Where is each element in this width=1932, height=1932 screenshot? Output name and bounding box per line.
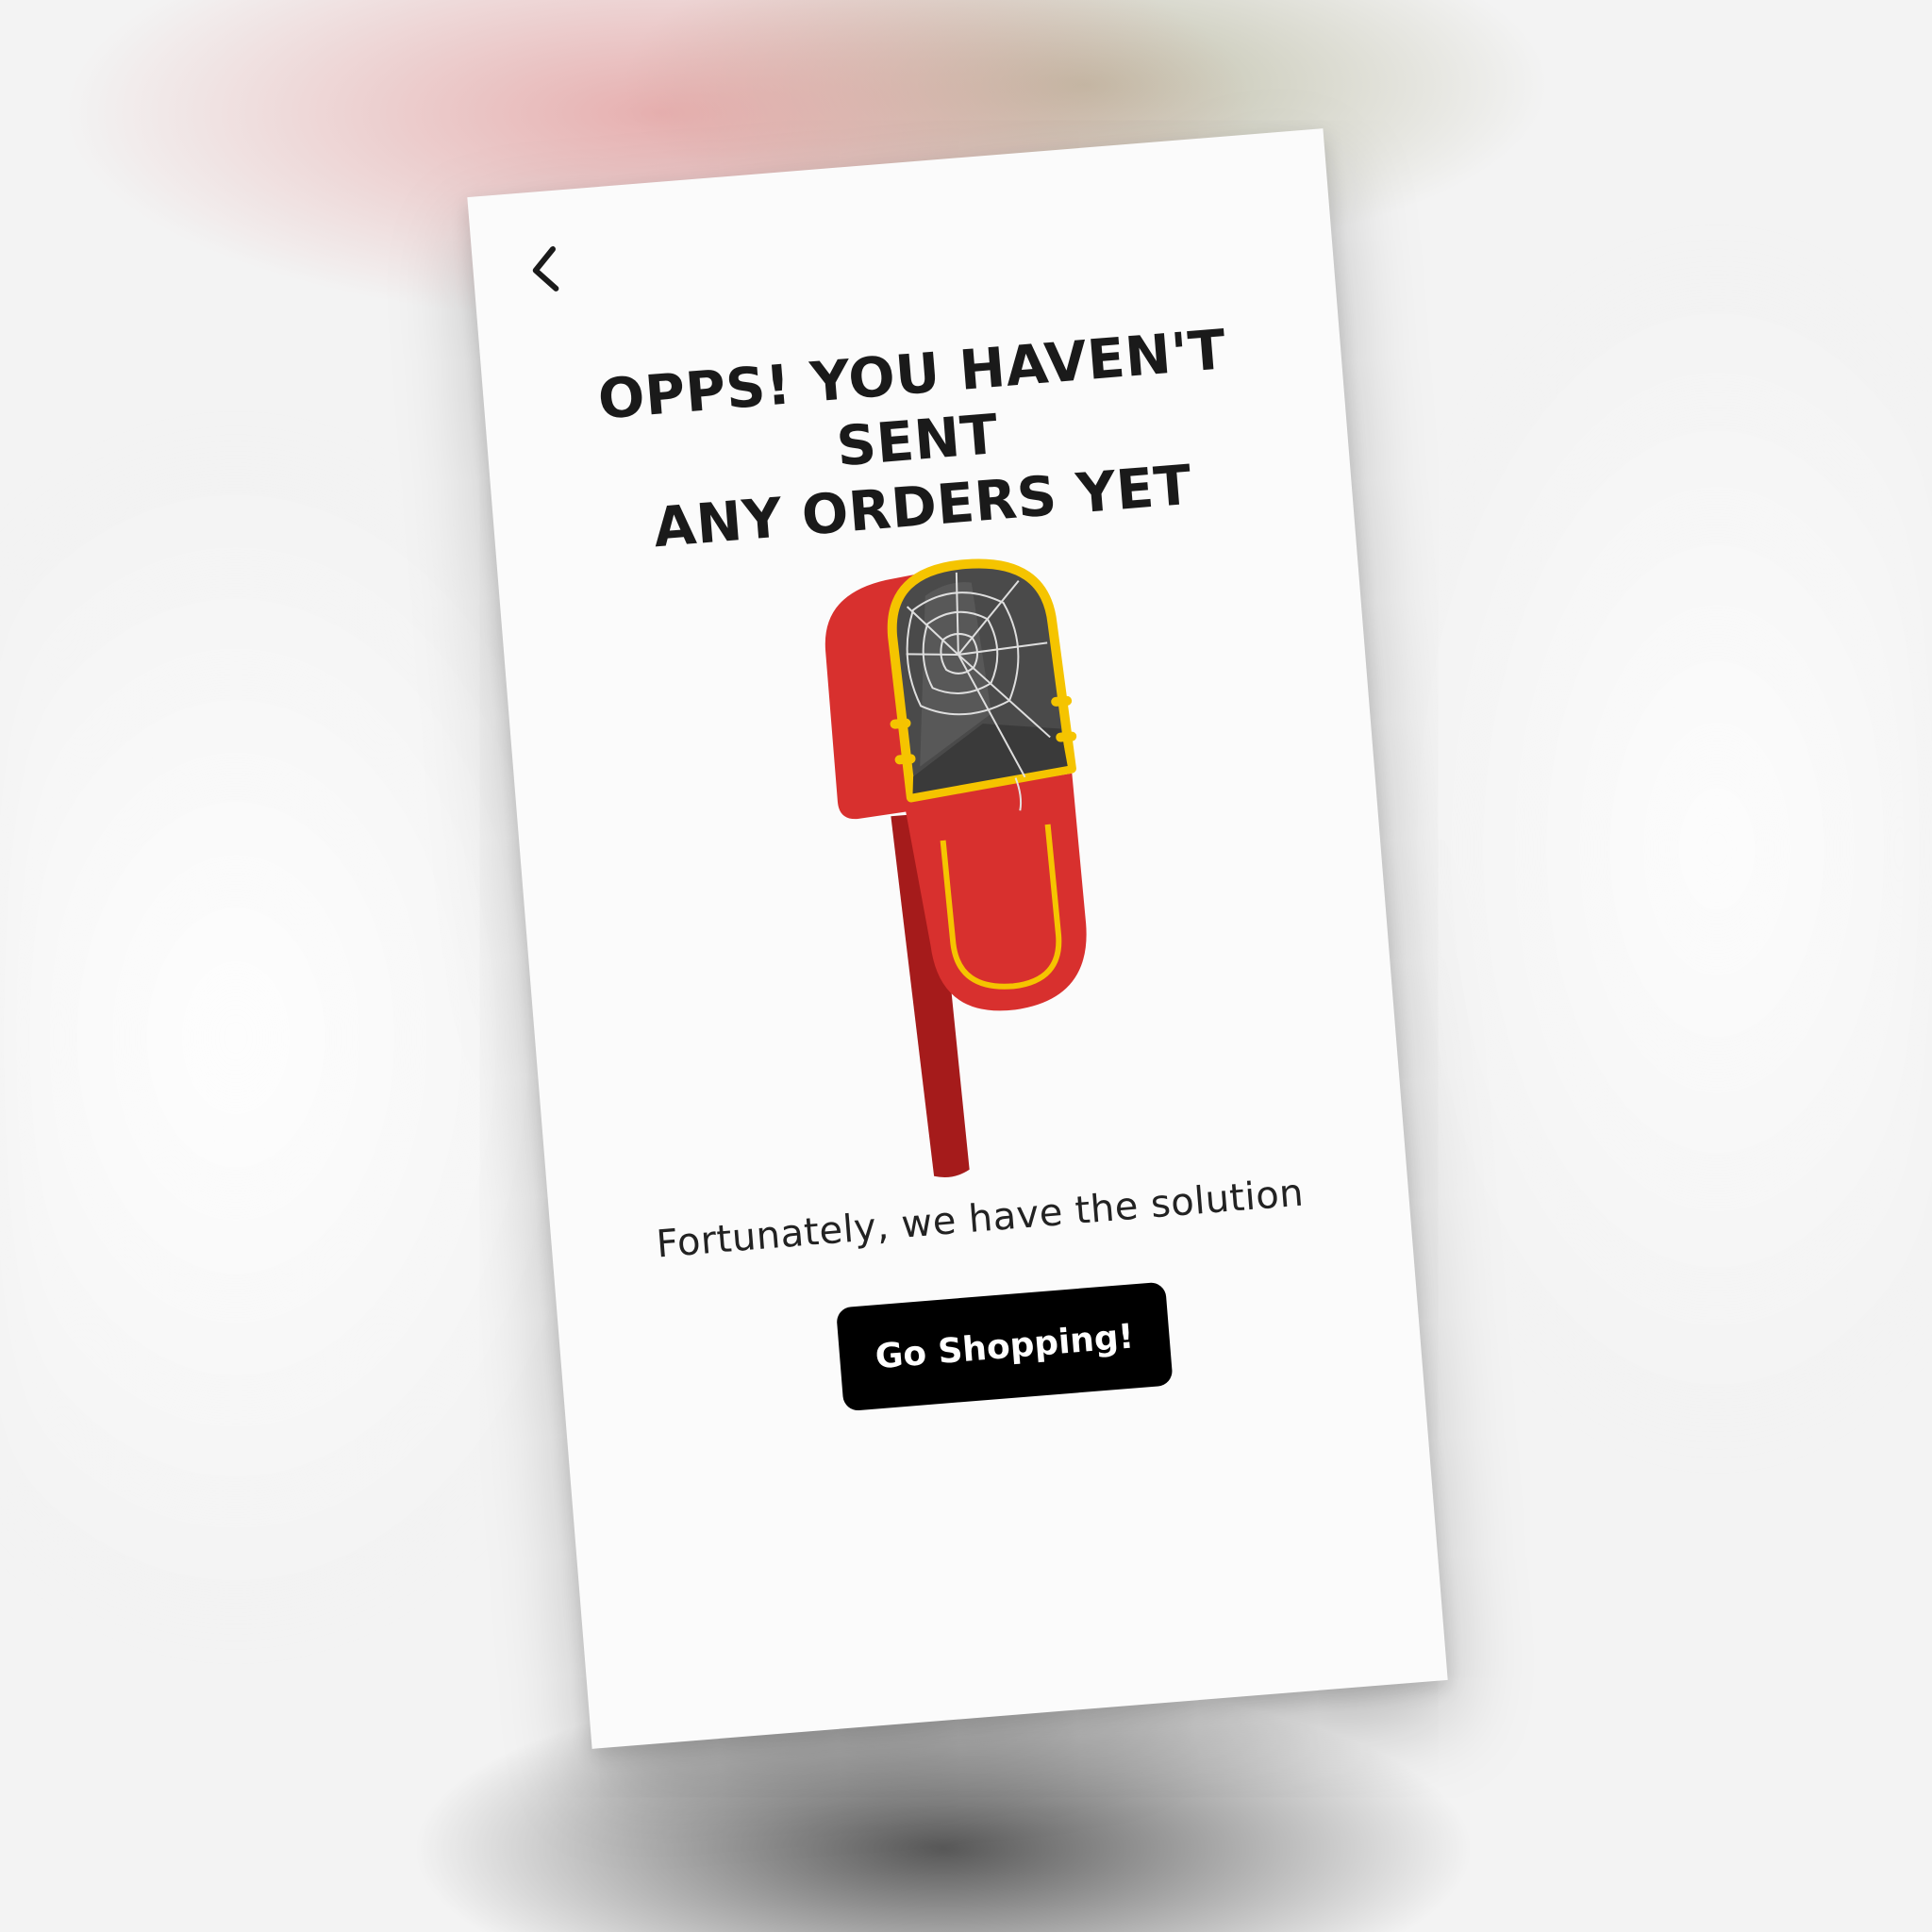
go-shopping-button[interactable]: Go Shopping! [835,1281,1174,1412]
back-button[interactable] [516,234,577,305]
empty-mailbox-illustration [824,558,1087,1178]
orders-empty-screen: OPPS! YOU HAVEN'T SENT ANY ORDERS YET Fo… [467,128,1448,1749]
chevron-left-icon [532,246,559,291]
hinge-right-2 [1056,731,1077,742]
hinge-left-2 [894,754,916,765]
hinge-right-1 [1051,695,1073,707]
phone-screenshot: OPPS! YOU HAVEN'T SENT ANY ORDERS YET Fo… [467,128,1448,1749]
hinge-left-1 [890,718,911,729]
